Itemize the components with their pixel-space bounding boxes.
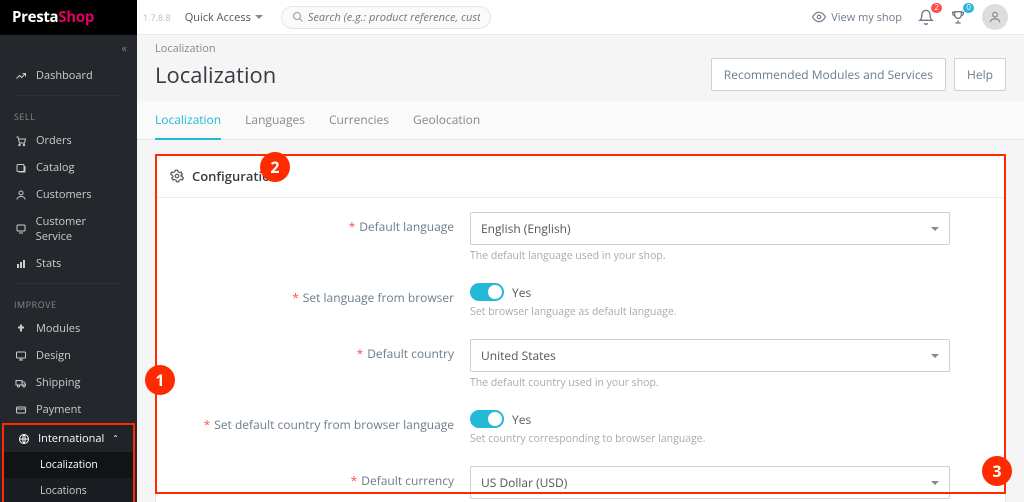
required-asterisk: * (357, 345, 364, 362)
search-input[interactable] (308, 10, 480, 25)
view-shop-link[interactable]: View my shop (812, 10, 902, 25)
headset-icon (14, 223, 28, 235)
field-label: *Default language (170, 212, 470, 235)
tab-geolocation[interactable]: Geolocation (413, 101, 480, 139)
field-hint: Set browser language as default language… (470, 305, 950, 319)
sidebar-customers[interactable]: Customers (0, 181, 137, 208)
form-row: *Set default country from browser langua… (170, 410, 991, 446)
sidebar-international[interactable]: International⌃ (4, 425, 133, 452)
tab-localization[interactable]: Localization (155, 101, 221, 140)
quick-access-menu[interactable]: Quick Access (185, 10, 263, 25)
trophy-badge: 0 (963, 3, 974, 13)
main-content: Localization Localization Recommended Mo… (137, 35, 1024, 502)
field-hint: The default country used in your shop. (470, 376, 950, 390)
cart-icon (14, 135, 28, 147)
sidebar-catalog[interactable]: Catalog (0, 154, 137, 181)
user-icon (988, 10, 1002, 24)
sidebar-shipping[interactable]: Shipping (0, 369, 137, 396)
select-default-language[interactable]: English (English) (470, 212, 950, 245)
brand-part-a: Presta (12, 7, 58, 27)
select-default-currency[interactable]: US Dollar (USD) (470, 466, 950, 499)
trend-icon (14, 70, 28, 82)
sidebar-design[interactable]: Design (0, 342, 137, 369)
truck-icon (14, 377, 28, 389)
sidebar-orders[interactable]: Orders (0, 127, 137, 154)
notifications-icon[interactable]: 2 (918, 9, 934, 25)
sidebar-cust-service[interactable]: Customer Service (0, 208, 137, 250)
brand-part-b: Shop (58, 7, 94, 27)
config-panel: Configuration *Default languageEnglish (… (155, 154, 1006, 502)
monitor-icon (14, 350, 28, 362)
profile-avatar[interactable] (982, 4, 1008, 30)
sidebar-modules[interactable]: Modules (0, 315, 137, 342)
required-asterisk: * (349, 218, 356, 235)
form-row: *Default currencyUS Dollar (USD)The defa… (170, 466, 991, 502)
puzzle-icon (14, 323, 28, 335)
sidebar-sub-locations[interactable]: Locations (4, 478, 133, 502)
form-row: *Default languageEnglish (English) The de… (170, 212, 991, 263)
tab-currencies[interactable]: Currencies (329, 101, 389, 139)
chevron-up-icon: ⌃ (112, 433, 119, 444)
field-label: *Set language from browser (170, 283, 470, 306)
sell-section-label: SELL (0, 102, 137, 127)
panel-title: Configuration (192, 167, 278, 185)
field-label: *Default country (170, 339, 470, 362)
eye-icon (812, 10, 826, 24)
improve-section-label: IMPROVE (0, 290, 137, 315)
required-asterisk: * (204, 416, 211, 433)
sidebar-sub-localization[interactable]: Localization (4, 452, 133, 478)
card-icon (14, 404, 28, 416)
recommended-modules-button[interactable]: Recommended Modules and Services (711, 58, 946, 91)
sidebar-dashboard[interactable]: Dashboard (0, 62, 137, 89)
toggle-switch[interactable] (470, 283, 504, 301)
globe-icon (18, 433, 30, 445)
tabs: Localization Languages Currencies Geoloc… (137, 101, 1024, 140)
tag-icon (14, 162, 28, 174)
collapse-sidebar[interactable]: « (0, 35, 137, 62)
notif-badge: 2 (931, 3, 942, 13)
field-hint: Set country corresponding to browser lan… (470, 432, 950, 446)
form-row: *Set language from browserYes Set browser… (170, 283, 991, 319)
top-header: PrestaShop 1.7.8.8 Quick Access View my … (0, 0, 1024, 35)
gear-icon (170, 169, 184, 183)
search-box[interactable] (281, 6, 491, 29)
field-label: *Set default country from browser langua… (170, 410, 470, 433)
trophy-icon-btn[interactable]: 0 (950, 9, 966, 25)
search-icon (292, 11, 304, 23)
required-asterisk: * (292, 289, 299, 306)
page-title: Localization (155, 60, 276, 90)
required-asterisk: * (351, 472, 358, 489)
field-hint: The default language used in your shop. (470, 249, 950, 263)
brand-logo[interactable]: PrestaShop (0, 0, 137, 35)
toggle-set-language-from-browser[interactable]: Yes (470, 283, 950, 301)
breadcrumb: Localization (137, 35, 1024, 56)
toggle-set-default-country-from-browser-language[interactable]: Yes (470, 410, 950, 428)
user-icon (14, 189, 28, 201)
field-label: *Default currency (170, 466, 470, 489)
help-button[interactable]: Help (954, 58, 1006, 91)
toggle-switch[interactable] (470, 410, 504, 428)
sidebar-stats[interactable]: Stats (0, 250, 137, 277)
bars-icon (14, 258, 28, 270)
sidebar-payment[interactable]: Payment (0, 396, 137, 423)
sidebar: « Dashboard SELL Orders Catalog Customer… (0, 35, 137, 502)
tab-languages[interactable]: Languages (245, 101, 305, 139)
form-row: *Default countryUnited States The default… (170, 339, 991, 390)
select-default-country[interactable]: United States (470, 339, 950, 372)
version-label: 1.7.8.8 (143, 11, 171, 24)
